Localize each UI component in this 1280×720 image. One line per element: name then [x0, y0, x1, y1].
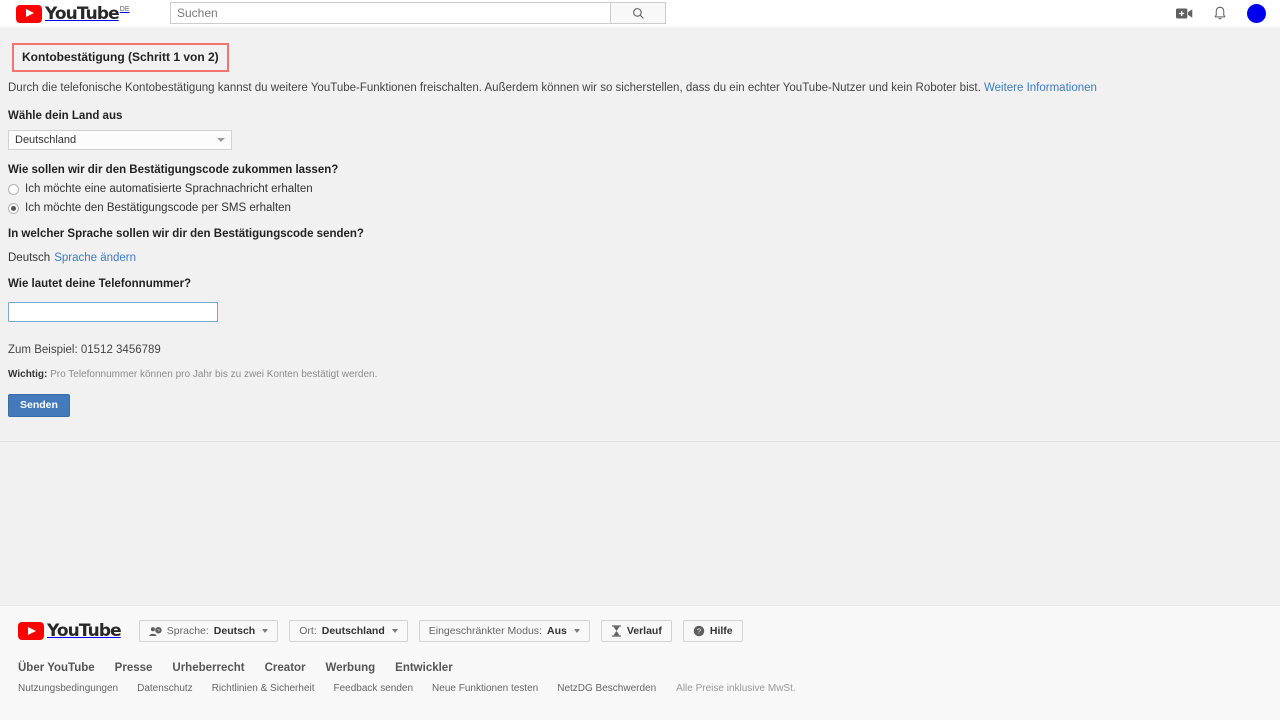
footer-link-press[interactable]: Presse — [115, 662, 153, 674]
language-row: Deutsch Sprache ändern — [8, 252, 1280, 264]
important-note-text: Pro Telefonnummer können pro Jahr bis zu… — [47, 369, 378, 380]
account-avatar-button[interactable] — [1247, 4, 1266, 23]
footer-link-privacy[interactable]: Datenschutz — [137, 683, 193, 694]
footer-restricted-mode-chip[interactable]: Eingeschränkter Modus: Aus — [418, 620, 590, 642]
footer-restricted-mode-value: Aus — [546, 625, 567, 637]
masthead: YouTube DE — [0, 0, 1280, 27]
delivery-method-label: Wie sollen wir dir den Bestätigungscode … — [8, 164, 339, 176]
content-divider — [0, 441, 1280, 442]
search-button[interactable] — [610, 2, 666, 24]
radio-voice-icon[interactable] — [8, 183, 19, 195]
language-value: Deutsch — [8, 252, 51, 264]
verification-form: Kontobestätigung (Schritt 1 von 2) Durch… — [0, 27, 1280, 417]
page-title-box: Kontobestätigung (Schritt 1 von 2) — [12, 43, 229, 72]
page-body: Kontobestätigung (Schritt 1 von 2) Durch… — [0, 27, 1280, 442]
phone-label: Wie lautet deine Telefonnummer? — [8, 278, 192, 290]
submit-button[interactable]: Senden — [8, 394, 70, 417]
question-circle-icon: ? — [693, 625, 705, 637]
avatar — [1247, 4, 1266, 23]
site-footer: YouTube ? Sprache: Deutsch Ort: Deutschl… — [0, 605, 1280, 720]
footer-link-copyright[interactable]: Urheberrecht — [172, 662, 244, 674]
chevron-down-icon — [391, 629, 398, 633]
footer-link-advertising[interactable]: Werbung — [326, 662, 376, 674]
video-camera-plus-icon — [1176, 8, 1193, 19]
footer-primary-links: Über YouTube Presse Urheberrecht Creator… — [0, 662, 1280, 674]
delivery-option-sms-label: Ich möchte den Bestätigungscode per SMS … — [25, 202, 291, 214]
youtube-logo-text: YouTube — [45, 3, 120, 24]
footer-link-send-feedback[interactable]: Feedback senden — [334, 683, 414, 694]
phone-number-input[interactable] — [8, 302, 218, 322]
search-input[interactable] — [170, 2, 610, 24]
footer-location-chip-prefix: Ort: — [299, 625, 317, 637]
footer-restricted-mode-prefix: Eingeschränkter Modus: — [428, 625, 542, 637]
footer-history-label: Verlauf — [626, 625, 662, 637]
change-language-link[interactable]: Sprache ändern — [54, 252, 136, 264]
delivery-option-voice[interactable]: Ich möchte eine automatisierte Sprachnac… — [8, 183, 1280, 195]
person-question-icon: ? — [149, 626, 162, 636]
footer-location-chip[interactable]: Ort: Deutschland — [289, 620, 408, 642]
footer-controls-row: YouTube ? Sprache: Deutsch Ort: Deutschl… — [0, 606, 1280, 642]
radio-sms-icon-selected[interactable] — [8, 202, 19, 214]
intro-paragraph: Durch die telefonische Kontobestätigung … — [8, 81, 1280, 96]
youtube-logo-home-link[interactable]: YouTube DE — [16, 3, 130, 24]
footer-link-developers[interactable]: Entwickler — [395, 662, 453, 674]
youtube-logo-country-code: DE — [119, 5, 130, 13]
youtube-play-icon — [16, 4, 42, 23]
footer-link-about[interactable]: Über YouTube — [18, 662, 95, 674]
country-select[interactable]: Deutschland — [8, 130, 232, 150]
delivery-option-sms[interactable]: Ich möchte den Bestätigungscode per SMS … — [8, 202, 1280, 214]
footer-link-creator[interactable]: Creator — [265, 662, 306, 674]
footer-youtube-play-icon — [18, 622, 44, 640]
country-select-wrapper: Deutschland — [8, 130, 232, 150]
notifications-button[interactable] — [1213, 6, 1227, 21]
footer-link-test-new-features[interactable]: Neue Funktionen testen — [432, 683, 538, 694]
important-note: Wichtig: Pro Telefonnummer können pro Ja… — [8, 369, 1280, 380]
svg-text:?: ? — [157, 628, 160, 634]
footer-youtube-logo-link[interactable]: YouTube — [18, 621, 122, 641]
bell-icon — [1214, 6, 1226, 20]
masthead-right-controls — [1176, 0, 1266, 27]
chevron-down-icon — [262, 629, 269, 633]
page-title: Kontobestätigung (Schritt 1 von 2) — [22, 50, 219, 64]
learn-more-link[interactable]: Weitere Informationen — [984, 82, 1097, 94]
footer-history-chip[interactable]: Verlauf — [600, 620, 672, 642]
footer-language-chip[interactable]: ? Sprache: Deutsch — [138, 620, 279, 642]
search-icon — [632, 7, 644, 19]
svg-text:?: ? — [697, 627, 701, 636]
footer-link-terms[interactable]: Nutzungsbedingungen — [18, 683, 118, 694]
footer-help-chip[interactable]: ? Hilfe — [682, 620, 743, 642]
intro-text: Durch die telefonische Kontobestätigung … — [8, 82, 981, 94]
country-label: Wähle dein Land aus — [8, 110, 123, 122]
delivery-option-voice-label: Ich möchte eine automatisierte Sprachnac… — [25, 183, 313, 195]
footer-link-policy-safety[interactable]: Richtlinien & Sicherheit — [212, 683, 315, 694]
chevron-down-icon — [573, 629, 580, 633]
footer-location-chip-value: Deutschland — [321, 625, 385, 637]
hourglass-icon — [611, 625, 621, 637]
footer-language-chip-value: Deutsch — [213, 625, 256, 637]
important-note-prefix: Wichtig: — [8, 369, 48, 380]
create-video-button[interactable] — [1176, 7, 1193, 20]
footer-secondary-links: Nutzungsbedingungen Datenschutz Richtlin… — [0, 683, 1280, 694]
footer-vat-note: Alle Preise inklusive MwSt. — [676, 683, 796, 694]
footer-help-label: Hilfe — [709, 625, 733, 637]
footer-link-netzdg[interactable]: NetzDG Beschwerden — [557, 683, 656, 694]
phone-example-text: Zum Beispiel: 01512 3456789 — [8, 344, 161, 356]
footer-youtube-logo-text: YouTube — [47, 621, 122, 641]
search-bar — [170, 2, 666, 24]
footer-language-chip-prefix: Sprache: — [166, 625, 209, 637]
language-label: In welcher Sprache sollen wir dir den Be… — [8, 228, 364, 240]
